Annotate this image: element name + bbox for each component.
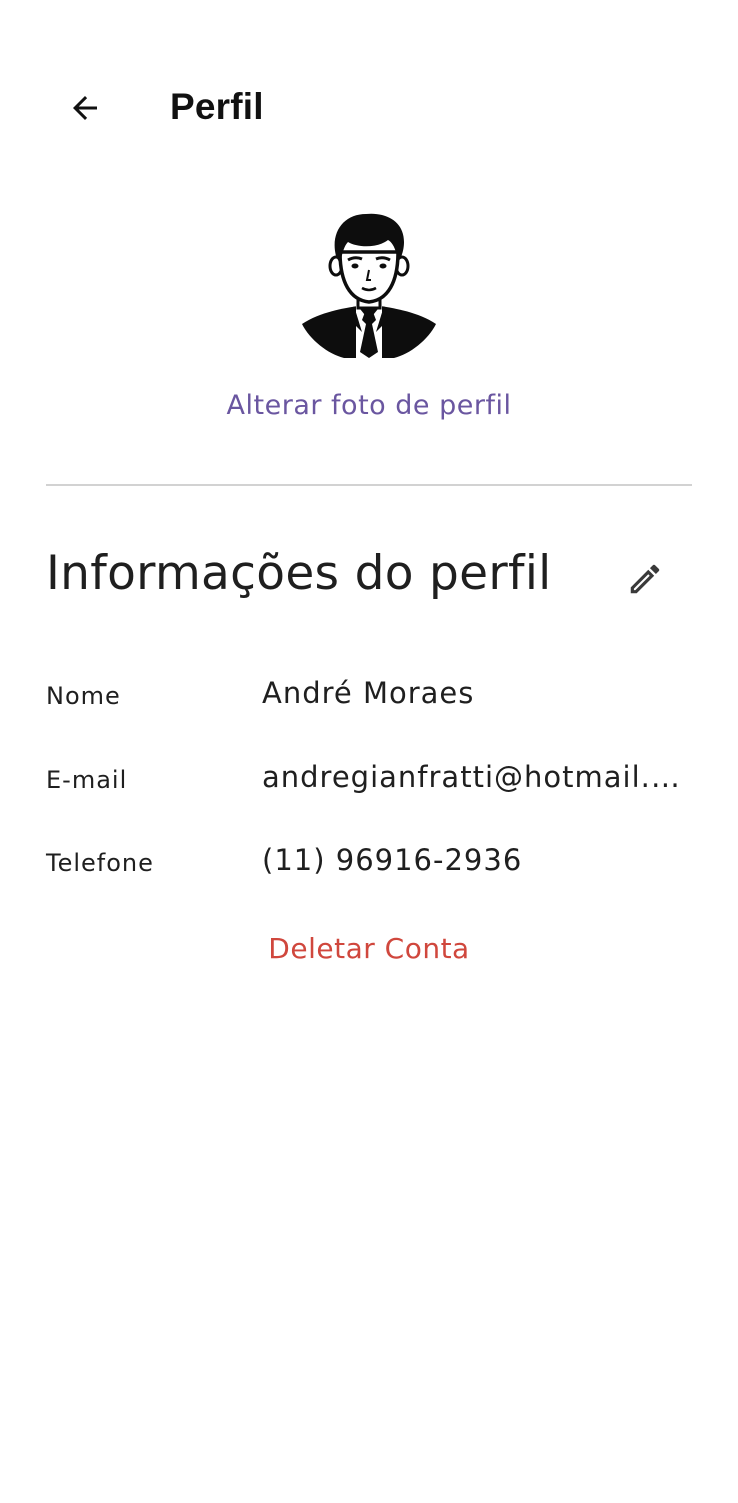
delete-account-button[interactable]: Deletar Conta [0,932,738,965]
name-label: Nome [46,682,121,710]
email-value: andregianfratti@hotmail.com [262,760,694,794]
phone-value: (11) 96916-2936 [262,843,523,877]
avatar[interactable] [300,212,438,358]
arrow-back-icon [73,96,97,120]
pencil-icon [630,564,660,594]
phone-label: Telefone [46,849,154,877]
name-value: André Moraes [262,676,475,710]
app-bar: Perfil [0,60,738,156]
page-title: Perfil [170,86,264,127]
edit-profile-button[interactable] [620,554,670,604]
change-photo-link[interactable]: Alterar foto de perfil [0,390,738,421]
divider [46,484,692,486]
email-label: E-mail [46,766,128,794]
info-row-name: Nome André Moraes [46,676,692,716]
info-row-phone: Telefone (11) 96916-2936 [46,843,692,883]
section-title: Informações do perfil [46,546,552,601]
back-button[interactable] [50,84,120,132]
info-row-email: E-mail andregianfratti@hotmail.com [46,760,694,800]
user-avatar-icon [302,213,436,358]
